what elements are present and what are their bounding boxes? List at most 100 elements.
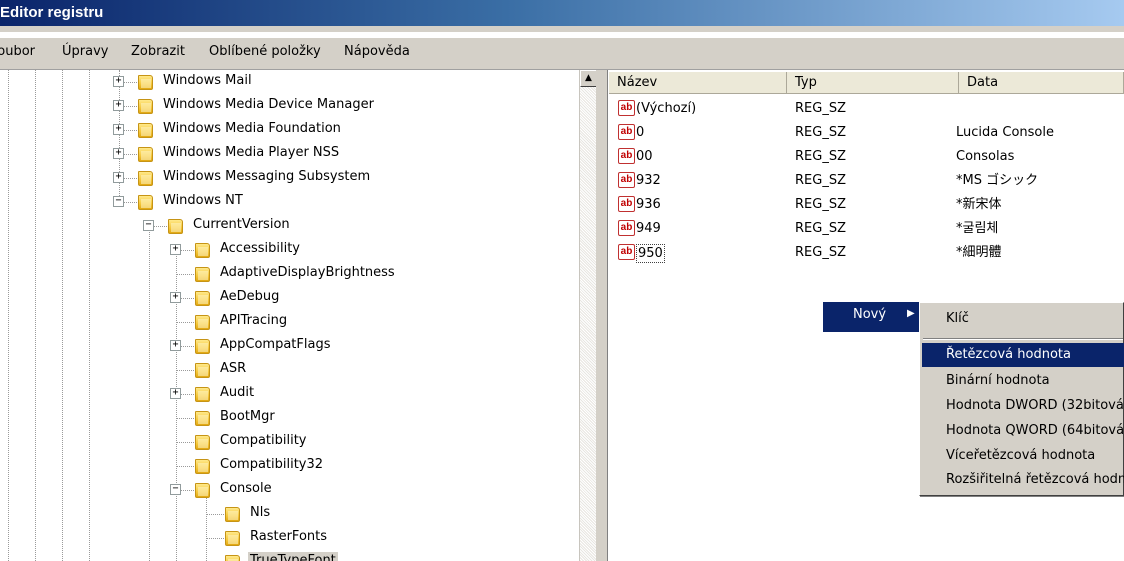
expand-icon[interactable]: + [113, 124, 124, 135]
expand-icon[interactable]: + [113, 172, 124, 183]
tree-node[interactable]: + Accessibility [0, 240, 579, 264]
value-name: 950 [636, 244, 665, 263]
folder-icon [225, 531, 240, 546]
folder-icon [195, 411, 210, 426]
menu-help[interactable]: Nápověda [344, 44, 410, 59]
folder-icon [138, 123, 153, 138]
window-title: Editor registru [0, 4, 104, 21]
tree-node-label: Windows Messaging Subsystem [163, 169, 371, 184]
tree-node-label: Windows Media Foundation [163, 121, 341, 136]
folder-icon [195, 315, 210, 330]
tree-node-label: TrueTypeFont [248, 552, 338, 561]
menu-edit[interactable]: Úpravy [62, 44, 108, 59]
folder-icon [195, 459, 210, 474]
tree-node[interactable]: AdaptiveDisplayBrightness [0, 264, 579, 288]
tree-node[interactable]: Compatibility32 [0, 456, 579, 480]
tree-node-label: BootMgr [220, 409, 275, 424]
value-row[interactable]: ab 00 REG_SZ Consolas [609, 146, 1124, 170]
expand-icon[interactable]: + [170, 388, 181, 399]
tree-node[interactable]: + Windows Media Player NSS [0, 144, 579, 168]
folder-icon [138, 99, 153, 114]
menu-item-binary-value[interactable]: Binární hodnota [922, 369, 1124, 393]
tree-node[interactable]: RasterFonts [0, 528, 579, 552]
column-header-data[interactable]: Data [959, 72, 1124, 94]
scroll-up-button[interactable]: ▲ [580, 70, 597, 87]
tree-node[interactable]: + Windows Media Foundation [0, 120, 579, 144]
string-value-icon: ab [618, 148, 635, 164]
tree-node-label: AeDebug [220, 289, 280, 304]
new-submenu: Klíč Řetězcová hodnota Binární hodnota Hodn… [919, 302, 1124, 496]
folder-icon [195, 435, 210, 450]
expand-icon[interactable]: + [170, 244, 181, 255]
menu-item-label: Víceřetězcová hodnota [946, 448, 1096, 463]
menu-file[interactable]: Soubor [0, 44, 35, 59]
tree-node[interactable]: + AeDebug [0, 288, 579, 312]
context-menu-new[interactable]: Nový ▶ [823, 302, 919, 332]
expand-icon[interactable]: + [170, 292, 181, 303]
tree-node[interactable]: − Windows NT [0, 192, 579, 216]
folder-icon [138, 171, 153, 186]
menu-item-dword-value[interactable]: Hodnota DWORD (32bitová) [922, 394, 1124, 418]
expand-icon[interactable]: + [113, 148, 124, 159]
expand-icon[interactable]: + [113, 100, 124, 111]
value-type: REG_SZ [795, 101, 846, 116]
tree-node[interactable]: TrueTypeFont [0, 552, 579, 561]
collapse-icon[interactable]: − [170, 484, 181, 495]
menu-item-qword-value[interactable]: Hodnota QWORD (64bitová) [922, 419, 1124, 443]
menu-item-label: Řetězcová hodnota [946, 347, 1071, 362]
column-header-name[interactable]: Název [609, 72, 787, 94]
tree-node[interactable]: Compatibility [0, 432, 579, 456]
folder-icon [138, 195, 153, 210]
menu-item-expandable-string-value[interactable]: Rozšiřitelná řetězcová hodnota [922, 468, 1124, 492]
value-name: (Výchozí) [636, 101, 697, 116]
folder-icon [195, 243, 210, 258]
tree-node[interactable]: + Windows Media Device Manager [0, 96, 579, 120]
folder-icon [195, 339, 210, 354]
tree-node-label: Console [220, 481, 272, 496]
menu-favorites[interactable]: Oblíbené položky [209, 44, 321, 59]
tree-node[interactable]: + AppCompatFlags [0, 336, 579, 360]
value-row[interactable]: ab (Výchozí) REG_SZ [609, 98, 1124, 122]
pane-splitter[interactable] [596, 70, 608, 561]
menu-item-key[interactable]: Klíč [922, 307, 1124, 331]
title-bar[interactable]: Editor registru [0, 0, 1124, 32]
tree-node[interactable]: ASR [0, 360, 579, 384]
value-row[interactable]: ab 0 REG_SZ Lucida Console [609, 122, 1124, 146]
menu-item-multi-string-value[interactable]: Víceřetězcová hodnota [922, 444, 1124, 468]
tree-scrollbar[interactable]: ▲ [579, 70, 597, 561]
value-row[interactable]: ab 936 REG_SZ *新宋体 [609, 194, 1124, 218]
menu-item-label: Hodnota QWORD (64bitová) [946, 423, 1124, 438]
tree-node-label: Windows Media Device Manager [163, 97, 374, 112]
collapse-icon[interactable]: − [143, 220, 154, 231]
value-data: *MS ゴシック [956, 173, 1039, 188]
tree-node[interactable]: BootMgr [0, 408, 579, 432]
menu-view[interactable]: Zobrazit [131, 44, 185, 59]
tree-node[interactable]: + Windows Messaging Subsystem [0, 168, 579, 192]
tree-node[interactable]: − CurrentVersion [0, 216, 579, 240]
folder-icon [138, 75, 153, 90]
tree-node[interactable]: APITracing [0, 312, 579, 336]
tree-node-label: CurrentVersion [193, 217, 290, 232]
menu-separator [923, 338, 1123, 340]
tree-node-label: AdaptiveDisplayBrightness [220, 265, 395, 280]
menu-item-string-value[interactable]: Řetězcová hodnota [922, 343, 1124, 367]
expand-icon[interactable]: + [170, 340, 181, 351]
value-name: 932 [636, 173, 661, 188]
expand-icon[interactable]: + [113, 76, 124, 87]
folder-icon [168, 219, 183, 234]
tree-node-label: Audit [220, 385, 255, 400]
value-row[interactable]: ab 932 REG_SZ *MS ゴシック [609, 170, 1124, 194]
value-data: *굴림체 [956, 221, 999, 236]
tree-node[interactable]: − Console [0, 480, 579, 504]
new-menu-label: Nový [853, 307, 887, 322]
tree-node[interactable]: + Windows Mail [0, 72, 579, 96]
registry-tree[interactable]: + Windows Mail + Windows Media Device Manag… [0, 70, 579, 561]
value-row[interactable]: ab 950 REG_SZ *細明體 [609, 242, 1124, 266]
tree-node[interactable]: + Audit [0, 384, 579, 408]
value-name: 0 [636, 125, 645, 140]
tree-node-label: Windows Media Player NSS [163, 145, 340, 160]
value-row[interactable]: ab 949 REG_SZ *굴림체 [609, 218, 1124, 242]
column-header-type[interactable]: Typ [787, 72, 959, 94]
collapse-icon[interactable]: − [113, 196, 124, 207]
tree-node[interactable]: Nls [0, 504, 579, 528]
